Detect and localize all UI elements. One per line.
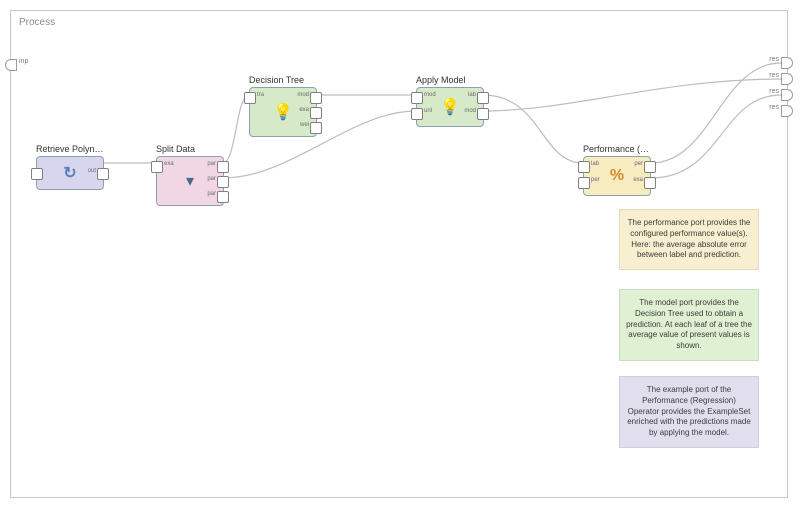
apply-mod-out-port[interactable]: mod (477, 108, 489, 120)
funnel-icon: ▾ (180, 171, 200, 191)
perf-per-out-port[interactable]: per (644, 161, 656, 173)
retrieve-icon: ↻ (60, 163, 80, 183)
lightbulb-icon: 💡 (440, 97, 460, 117)
note-example[interactable]: The example port of the Performance (Reg… (619, 376, 759, 448)
tree-wei-port[interactable]: wei (310, 122, 322, 134)
operator-decision-tree-title: Decision Tree (249, 75, 317, 85)
note-model[interactable]: The model port provides the Decision Tre… (619, 289, 759, 361)
operator-apply-model[interactable]: Apply Model 💡 mod unl lab mod (416, 75, 484, 127)
process-output-port-3-label: res (769, 88, 779, 95)
operator-performance[interactable]: Performance (Re... % lab per per exa (583, 144, 651, 196)
apply-unl-port[interactable]: unl (411, 108, 423, 120)
process-input-port[interactable] (5, 59, 17, 71)
tree-mod-port[interactable]: mod (310, 92, 322, 104)
retrieve-in-port[interactable] (31, 168, 43, 180)
operator-apply-model-title: Apply Model (416, 75, 484, 85)
operator-retrieve-title: Retrieve Polyno... (36, 144, 104, 154)
operator-performance-title: Performance (Re... (583, 144, 651, 154)
retrieve-out-port[interactable]: out (97, 168, 109, 180)
apply-lab-port[interactable]: lab (477, 92, 489, 104)
note-performance[interactable]: The performance port provides the config… (619, 209, 759, 270)
process-output-port-2-label: res (769, 72, 779, 79)
operator-split[interactable]: Split Data ▾ exa par par par (156, 144, 224, 206)
operator-decision-tree[interactable]: Decision Tree 💡 tra mod exa wei (249, 75, 317, 137)
process-output-port-1-label: res (769, 56, 779, 63)
process-output-port-4[interactable] (781, 105, 793, 117)
process-input-port-label: inp (19, 58, 28, 65)
split-par1-port[interactable]: par (217, 161, 229, 173)
lightbulb-icon: 💡 (273, 102, 293, 122)
percent-icon: % (607, 166, 627, 186)
split-par3-port[interactable]: par (217, 191, 229, 203)
operator-retrieve[interactable]: Retrieve Polyno... ↻ out (36, 144, 104, 190)
perf-exa-port[interactable]: exa (644, 177, 656, 189)
tree-exa-port[interactable]: exa (310, 107, 322, 119)
operator-split-title: Split Data (156, 144, 224, 154)
perf-per-in-port[interactable]: per (578, 177, 590, 189)
process-output-port-2[interactable] (781, 73, 793, 85)
process-canvas[interactable]: Process inp res res res res Retrieve Pol… (10, 10, 788, 498)
split-exa-port[interactable]: exa (151, 161, 163, 173)
tree-tra-port[interactable]: tra (244, 92, 256, 104)
process-output-port-3[interactable] (781, 89, 793, 101)
process-label: Process (19, 17, 55, 28)
split-par2-port[interactable]: par (217, 176, 229, 188)
process-output-port-1[interactable] (781, 57, 793, 69)
perf-lab-port[interactable]: lab (578, 161, 590, 173)
process-output-port-4-label: res (769, 104, 779, 111)
apply-mod-in-port[interactable]: mod (411, 92, 423, 104)
